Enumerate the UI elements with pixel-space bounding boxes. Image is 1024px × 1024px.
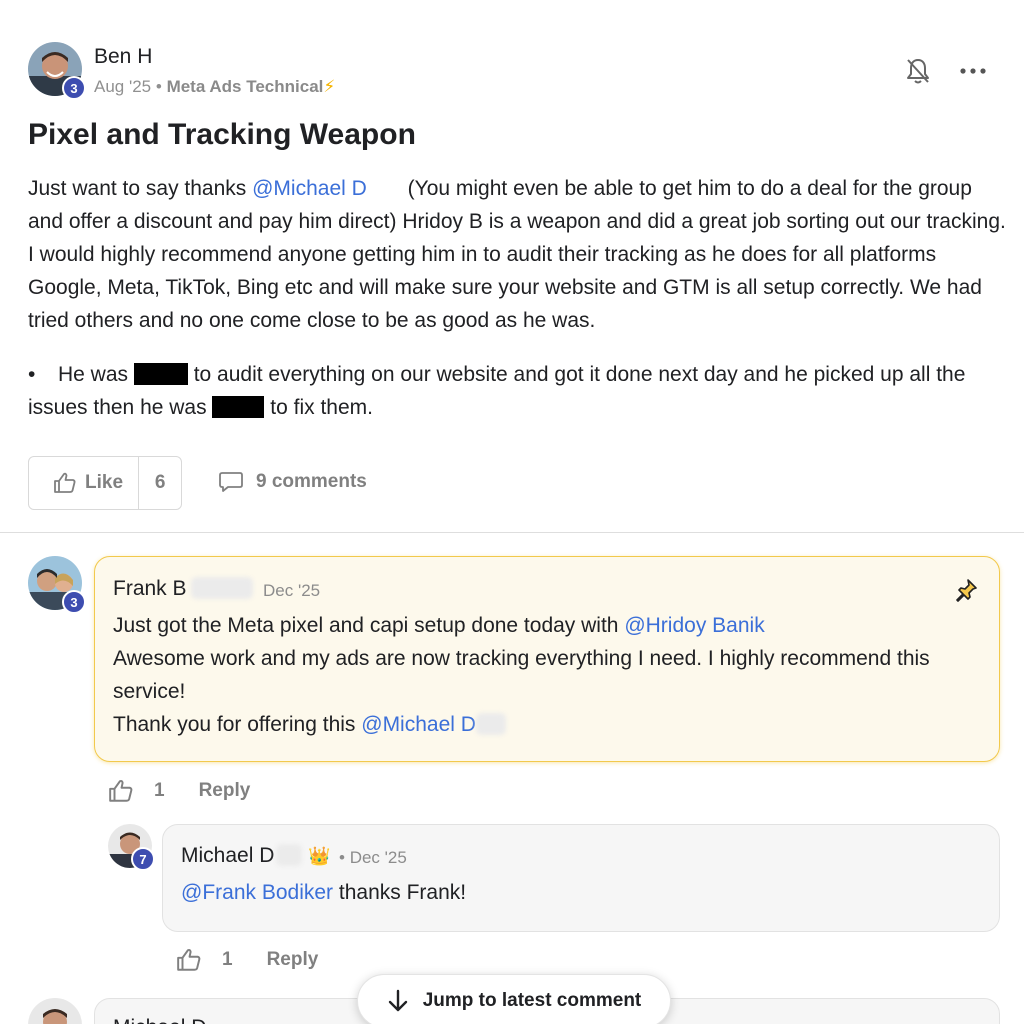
jump-to-latest-button[interactable]: Jump to latest comment bbox=[357, 974, 671, 1024]
comment-author-name[interactable]: Frank B bbox=[113, 577, 253, 601]
blurred-surname bbox=[276, 844, 303, 866]
next-comment-author[interactable]: Michael D bbox=[113, 1016, 206, 1024]
post-group-link[interactable]: Meta Ads Technical bbox=[167, 77, 324, 96]
post-bullet-item: • He was to audit everything on our websi… bbox=[28, 358, 1008, 424]
post-author-name[interactable]: Ben H bbox=[94, 45, 152, 69]
like-button[interactable]: Like bbox=[29, 457, 140, 509]
avatar-photo bbox=[28, 998, 82, 1024]
comment-text: Just got the Meta pixel and capi setup d… bbox=[113, 614, 930, 736]
lightning-bolt-icon: ⚡ bbox=[323, 77, 336, 96]
redaction-bar bbox=[212, 396, 265, 418]
blurred-surname bbox=[475, 713, 506, 735]
thumbs-up-icon[interactable] bbox=[108, 778, 134, 804]
like-count[interactable]: 6 bbox=[139, 472, 181, 494]
comment-date[interactable]: Dec '25 bbox=[263, 581, 320, 601]
thumbs-up-icon bbox=[54, 472, 76, 493]
mention-link[interactable]: @Michael D bbox=[252, 177, 367, 200]
jump-label: Jump to latest comment bbox=[422, 990, 642, 1011]
redaction-bar bbox=[133, 363, 188, 385]
mention-link[interactable]: @Michael D bbox=[361, 713, 476, 736]
author-level-badge: 3 bbox=[62, 76, 86, 100]
reply-actions: 1 Reply bbox=[176, 947, 318, 973]
reply-author-name[interactable]: Michael D 👑 bbox=[181, 844, 331, 868]
bullet-text: He was bbox=[58, 363, 134, 386]
post-date[interactable]: Aug '25 bbox=[94, 77, 151, 96]
comment-actions: 1 Reply bbox=[108, 778, 250, 804]
comments-count: 9 comments bbox=[256, 471, 367, 492]
section-divider bbox=[0, 532, 1024, 533]
bullet-dot: • bbox=[28, 363, 36, 386]
post-title: Pixel and Tracking Weapon bbox=[28, 118, 416, 151]
next-comment-avatar[interactable] bbox=[28, 998, 82, 1024]
like-button-group: Like 6 bbox=[28, 456, 182, 510]
like-label: Like bbox=[85, 472, 124, 493]
crown-icon: 👑 bbox=[308, 846, 331, 866]
bell-off-icon[interactable] bbox=[904, 56, 932, 86]
more-dots-icon[interactable] bbox=[958, 60, 988, 82]
post-body: Just want to say thanks @Michael D (You … bbox=[28, 172, 1008, 337]
bullet-text: to fix them. bbox=[264, 396, 373, 419]
reply-level-badge: 7 bbox=[131, 847, 155, 871]
reply-like-count[interactable]: 1 bbox=[222, 949, 233, 971]
mention-link[interactable]: @Frank Bodiker bbox=[181, 881, 333, 904]
reply-date[interactable]: • Dec '25 bbox=[339, 848, 407, 868]
commenter-level-badge: 3 bbox=[62, 590, 86, 614]
post-meta: Aug '25 • Meta Ads Technical⚡ bbox=[94, 77, 335, 97]
blurred-surname bbox=[190, 577, 253, 599]
pin-icon[interactable] bbox=[954, 578, 978, 602]
arrow-down-icon bbox=[388, 989, 407, 1012]
comment-icon bbox=[219, 472, 243, 492]
reply-button[interactable]: Reply bbox=[199, 780, 251, 802]
mention-link[interactable]: @Hridoy Banik bbox=[624, 614, 764, 637]
reply-text: @Frank Bodiker thanks Frank! bbox=[181, 881, 467, 904]
meta-separator: • bbox=[155, 77, 162, 96]
post-body-text: Just want to say thanks bbox=[28, 177, 253, 200]
reply-button[interactable]: Reply bbox=[267, 949, 319, 971]
post-body-text: (You might even be able to get him to do… bbox=[28, 177, 1012, 332]
thumbs-up-icon[interactable] bbox=[176, 947, 202, 973]
comment-like-count[interactable]: 1 bbox=[154, 780, 165, 802]
comments-count-link[interactable]: 9 comments bbox=[218, 470, 367, 494]
